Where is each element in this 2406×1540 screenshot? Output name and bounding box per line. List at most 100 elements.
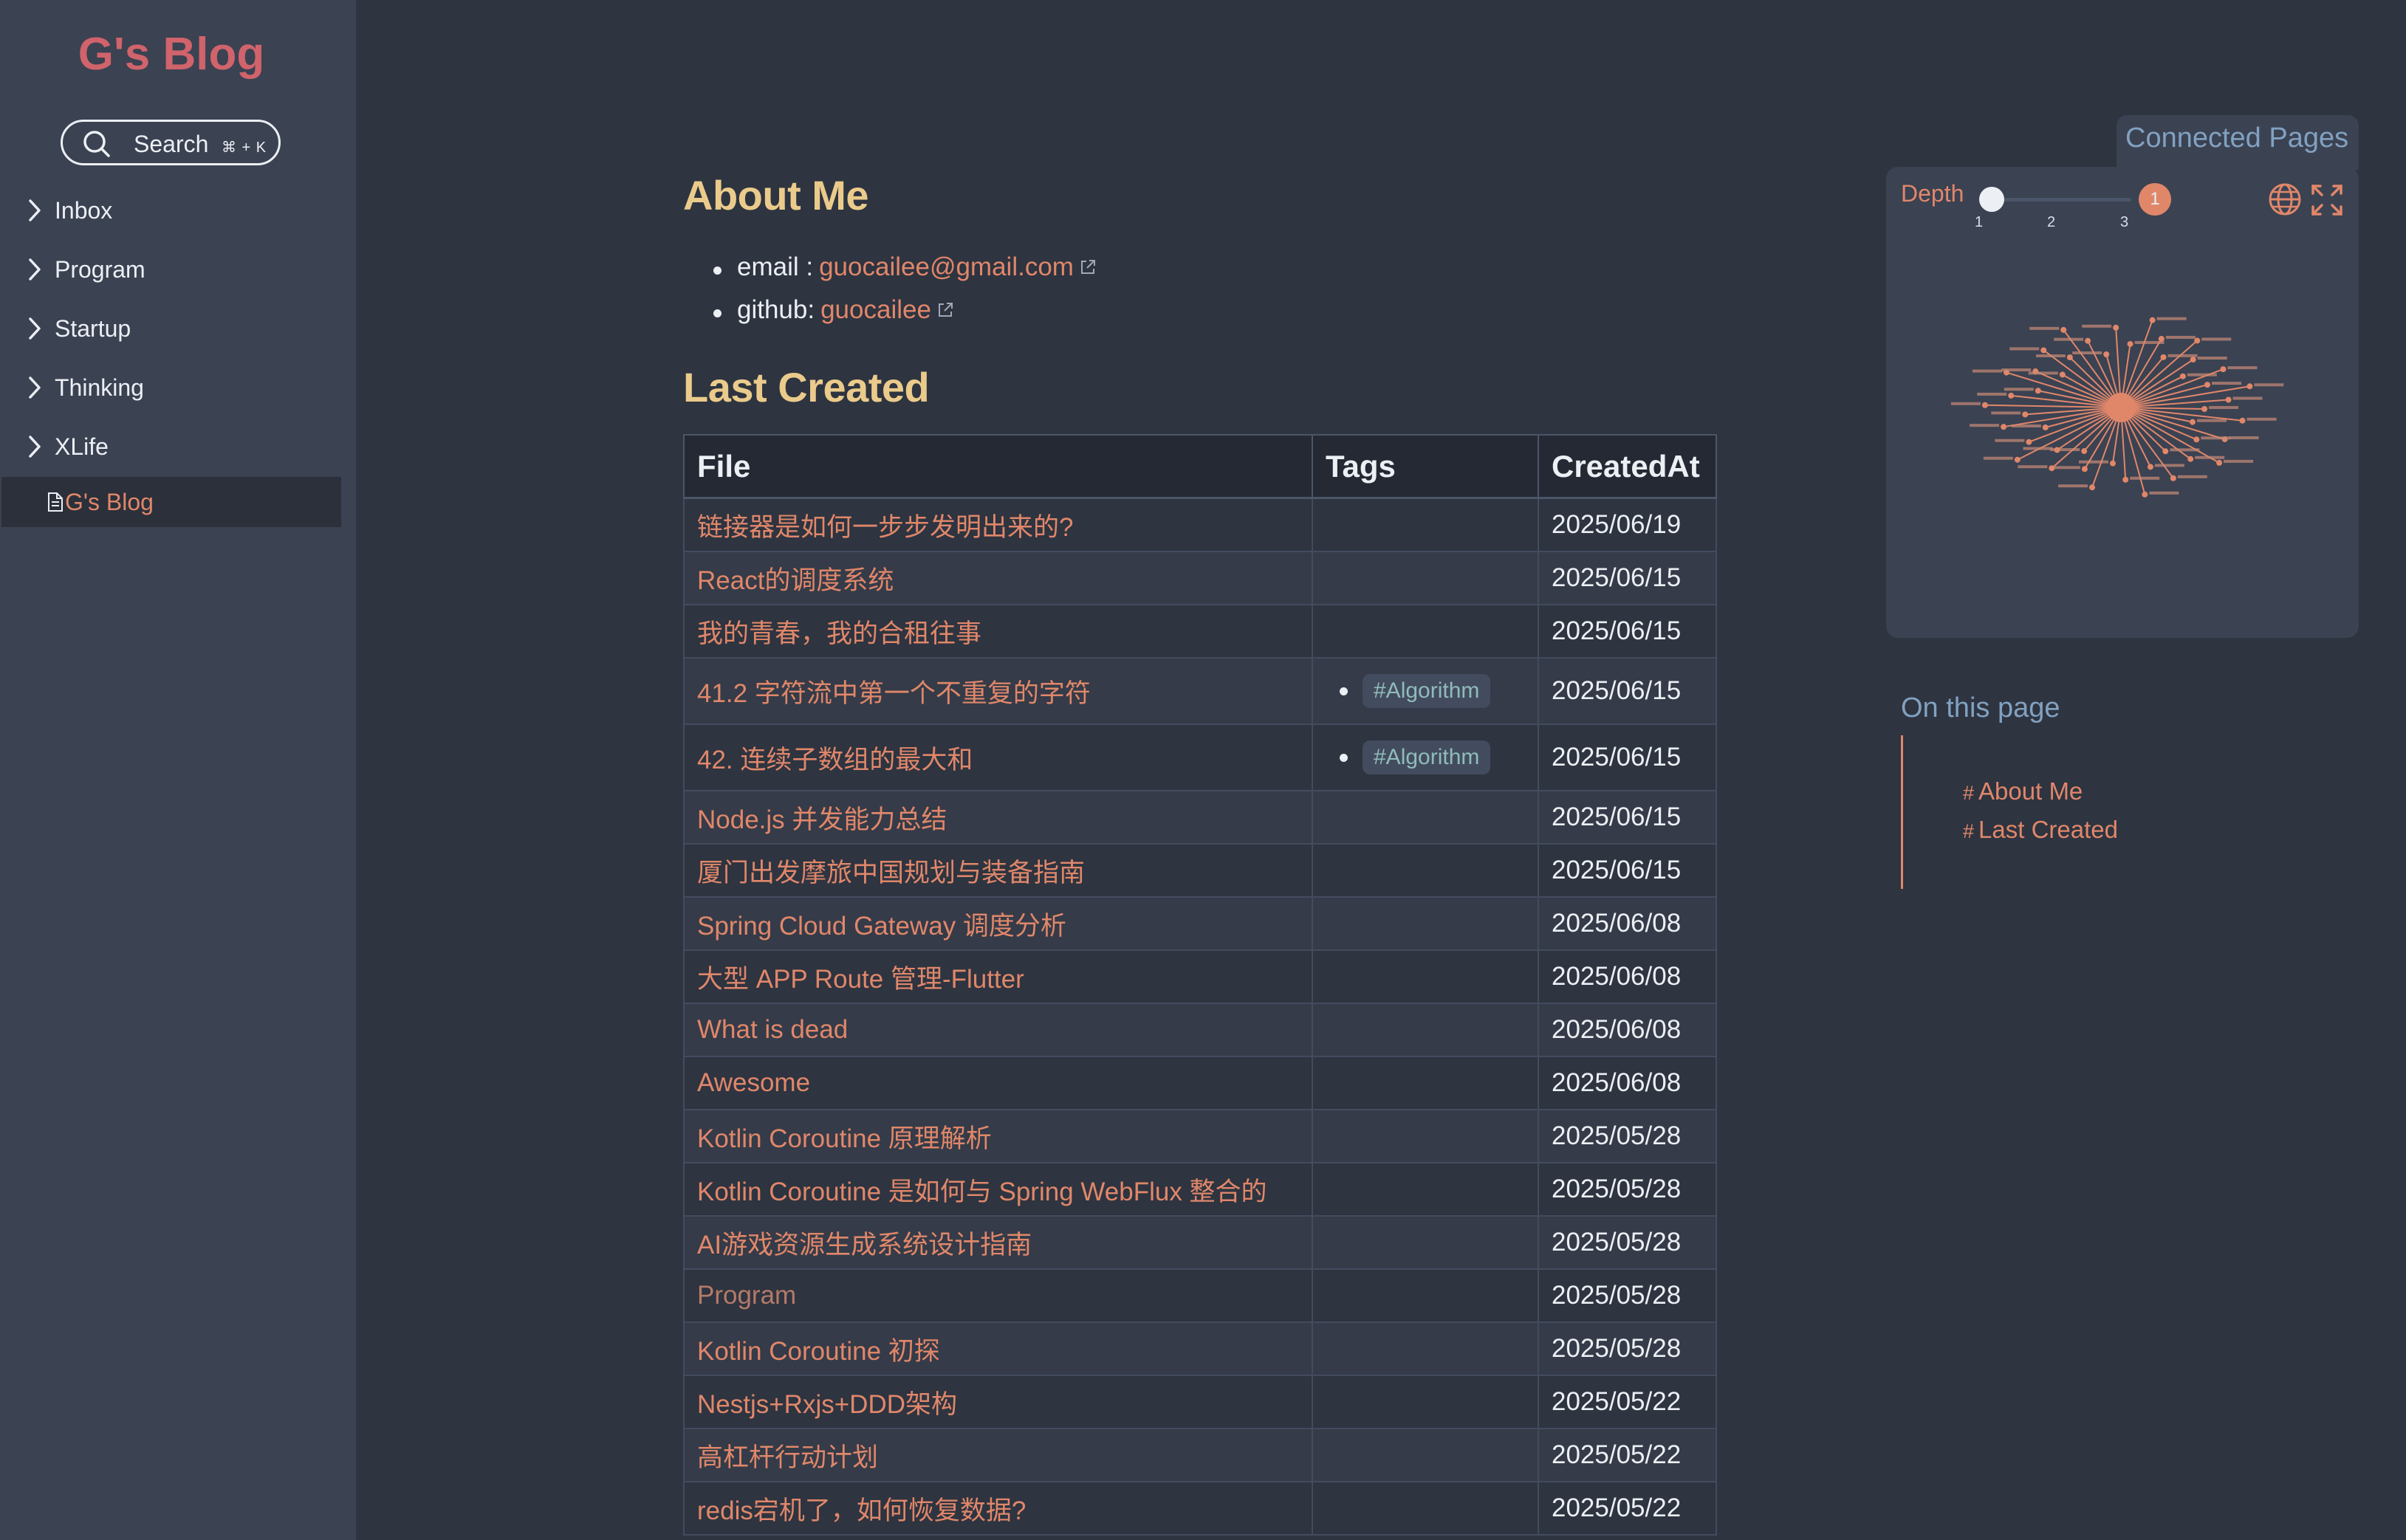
table-row: 我的青春，我的合租往事 2025/06/15 <box>683 604 1717 659</box>
search-label: Search <box>134 131 209 157</box>
graph-node[interactable] <box>2054 447 2060 453</box>
graph-node[interactable] <box>2026 439 2032 445</box>
globe-icon[interactable] <box>2267 182 2303 217</box>
graph-node[interactable] <box>2008 392 2015 399</box>
graph-node[interactable] <box>2022 411 2029 418</box>
sidebar-folder-startup[interactable]: Startup <box>27 306 337 351</box>
graph-node[interactable] <box>2204 382 2211 388</box>
graph-node[interactable] <box>2160 354 2167 360</box>
graph-node[interactable] <box>2060 326 2067 333</box>
graph-node[interactable] <box>2014 456 2021 463</box>
email-link[interactable]: guocailee@gmail.com <box>819 252 1074 282</box>
search-button[interactable]: Search ⌘ + K <box>61 120 281 165</box>
file-cell: AI游戏资源生成系统设计指南 <box>683 1215 1313 1270</box>
file-link[interactable]: Node.js 并发能力总结 <box>697 805 947 834</box>
file-link[interactable]: Kotlin Coroutine 初探 <box>697 1337 940 1366</box>
graph-node[interactable] <box>2193 436 2200 443</box>
graph-node[interactable] <box>2081 448 2088 455</box>
graph-node[interactable] <box>2179 373 2186 379</box>
file-link[interactable]: 大型 APP Route 管理-Flutter <box>697 965 1024 994</box>
toc-item-about-me[interactable]: # About Me <box>1963 777 2083 805</box>
graph-node-label <box>1970 424 2000 427</box>
expand-icon[interactable] <box>2310 183 2344 217</box>
file-cell: 大型 APP Route 管理-Flutter <box>683 949 1313 1004</box>
column-header-createdat[interactable]: CreatedAt <box>1538 434 1717 499</box>
file-link[interactable]: Awesome <box>697 1068 810 1097</box>
graph-node[interactable] <box>2239 417 2246 424</box>
about-me-heading: About Me <box>683 172 869 219</box>
graph-node[interactable] <box>2085 337 2091 344</box>
external-link-icon <box>1080 260 1095 274</box>
tags-cell <box>1312 604 1539 659</box>
file-link[interactable]: Nestjs+Rxjs+DDD架构 <box>697 1390 957 1419</box>
file-link[interactable]: redis宕机了，如何恢复数据? <box>697 1496 1026 1525</box>
graph-node[interactable] <box>1981 402 1988 408</box>
file-link[interactable]: AI游戏资源生成系统设计指南 <box>697 1231 1032 1259</box>
file-link[interactable]: React的调度系统 <box>697 566 894 595</box>
github-link[interactable]: guocailee <box>820 295 931 325</box>
graph-node[interactable] <box>2201 405 2208 412</box>
graph-node[interactable] <box>2122 476 2129 483</box>
graph-node[interactable] <box>2040 347 2047 354</box>
graph-node[interactable] <box>2089 484 2096 491</box>
created-date: 2025/05/22 <box>1538 1428 1717 1482</box>
graph-node[interactable] <box>2158 335 2165 342</box>
graph-node[interactable] <box>2142 491 2148 498</box>
sidebar-folder-thinking[interactable]: Thinking <box>27 365 337 410</box>
graph-node[interactable] <box>2194 337 2201 344</box>
graph-node[interactable] <box>2049 465 2055 472</box>
file-link[interactable]: 链接器是如何一步步发明出来的? <box>697 513 1073 542</box>
graph-node[interactable] <box>2225 396 2232 403</box>
graph-node[interactable] <box>2170 475 2176 481</box>
graph-node[interactable] <box>2190 357 2196 363</box>
graph-node[interactable] <box>2147 464 2153 470</box>
graph-node[interactable] <box>2216 459 2223 466</box>
toc-item-last-created[interactable]: # Last Created <box>1963 816 2118 844</box>
connected-pages-graph[interactable] <box>1886 244 2359 539</box>
file-link[interactable]: Program <box>697 1281 796 1310</box>
sidebar-folder-inbox[interactable]: Inbox <box>27 188 337 233</box>
site-title[interactable]: G's Blog <box>0 28 343 80</box>
sidebar-folder-program[interactable]: Program <box>27 247 337 292</box>
graph-node[interactable] <box>2149 317 2156 323</box>
sidebar-folder-xlife[interactable]: XLife <box>27 424 337 469</box>
graph-node[interactable] <box>2066 354 2073 361</box>
graph-node-label <box>1991 411 2021 415</box>
graph-node[interactable] <box>2127 340 2133 347</box>
tags-cell <box>1312 1375 1539 1429</box>
file-cell: Awesome <box>683 1056 1313 1110</box>
graph-node[interactable] <box>2187 456 2194 462</box>
graph-node[interactable] <box>2103 351 2110 358</box>
file-link[interactable]: 42. 连续子数组的最大和 <box>697 746 973 774</box>
depth-slider-handle[interactable] <box>1979 187 2004 212</box>
graph-node[interactable] <box>2081 466 2088 472</box>
graph-node[interactable] <box>2059 371 2066 378</box>
graph-node[interactable] <box>2162 448 2169 455</box>
column-header-tags[interactable]: Tags <box>1312 434 1539 499</box>
graph-node-label <box>1995 439 2025 442</box>
file-link[interactable]: Spring Cloud Gateway 调度分析 <box>697 912 1066 941</box>
file-link[interactable]: Kotlin Coroutine 是如何与 Spring WebFlux 整合的 <box>697 1178 1267 1206</box>
created-date: 2025/06/08 <box>1538 1003 1717 1057</box>
tag-badge[interactable]: #Algorithm <box>1363 674 1491 708</box>
graph-node-label <box>2195 456 2225 459</box>
file-link[interactable]: 41.2 字符流中第一个不重复的字符 <box>697 679 1091 708</box>
file-link[interactable]: Kotlin Coroutine 原理解析 <box>697 1124 992 1153</box>
graph-current-node[interactable] <box>2106 393 2136 422</box>
graph-node[interactable] <box>2035 388 2041 394</box>
column-header-file[interactable]: File <box>683 434 1313 499</box>
graph-node[interactable] <box>2220 366 2227 373</box>
graph-node[interactable] <box>2189 419 2196 425</box>
file-link[interactable]: 厦门出发摩旅中国规划与装备指南 <box>697 859 1085 887</box>
sidebar-page-gs-blog[interactable]: G's Blog <box>1 477 341 527</box>
graph-node[interactable] <box>2113 324 2119 331</box>
tag-badge[interactable]: #Algorithm <box>1363 740 1491 774</box>
file-link[interactable]: 高杠杆行动计划 <box>697 1443 878 1472</box>
graph-node[interactable] <box>2001 424 2007 430</box>
graph-node[interactable] <box>2109 460 2116 467</box>
graph-node[interactable] <box>2042 424 2049 430</box>
file-link[interactable]: What is dead <box>697 1015 848 1044</box>
graph-node[interactable] <box>2246 383 2253 390</box>
file-link[interactable]: 我的青春，我的合租往事 <box>697 619 981 648</box>
depth-slider-track[interactable] <box>1991 198 2131 202</box>
